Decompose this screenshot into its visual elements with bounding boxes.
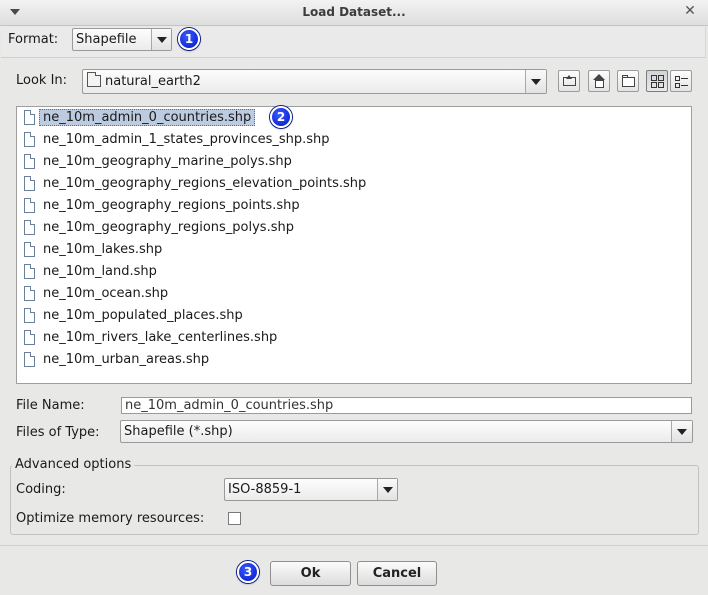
file-icon [24,286,35,301]
file-name: ne_10m_admin_0_countries.shp [39,109,256,126]
file-icon [24,308,35,323]
look-in-value: natural_earth2 [105,74,201,89]
look-in-dropdown-button[interactable] [525,70,546,93]
file-icon [24,330,35,345]
chevron-down-icon [383,487,393,493]
look-in-combo[interactable]: natural_earth2 [82,69,547,94]
files-of-type-label: Files of Type: [16,425,100,440]
file-icon [24,242,35,257]
file-icon [24,264,35,279]
callout-badge-2: 2 [270,106,292,128]
window-title: Load Dataset... [302,5,406,19]
file-icon [24,198,35,213]
file-icon [24,154,35,169]
file-name-label: File Name: [16,398,85,413]
details-view-icon [675,75,688,88]
new-folder-button[interactable] [617,70,639,92]
file-name: ne_10m_lakes.shp [43,242,163,257]
file-name: ne_10m_geography_regions_polys.shp [43,220,294,235]
file-name: ne_10m_populated_places.shp [43,308,243,323]
format-value: Shapefile [76,32,137,47]
optimize-memory-checkbox[interactable] [228,512,241,525]
close-icon[interactable]: ✕ [683,3,697,21]
coding-label: Coding: [16,482,66,497]
file-icon [24,110,35,125]
chevron-down-icon [531,79,541,85]
files-of-type-combo[interactable]: Shapefile (*.shp) [120,420,693,443]
chevron-down-icon [157,37,167,43]
coding-combo[interactable]: ISO-8859-1 [224,478,398,501]
file-name: ne_10m_geography_regions_points.shp [43,198,300,213]
file-icon [24,220,35,235]
file-name: ne_10m_ocean.shp [43,286,169,301]
list-view-button[interactable] [646,70,668,92]
format-dropdown-button[interactable] [151,29,171,50]
coding-value: ISO-8859-1 [228,482,302,497]
callout-badge-3: 3 [237,561,259,583]
format-combo[interactable]: Shapefile [72,28,172,51]
chevron-down-icon [677,429,687,435]
cancel-button[interactable]: Cancel [357,561,437,586]
details-view-button[interactable] [670,70,692,92]
optimize-memory-label: Optimize memory resources: [16,511,205,526]
files-of-type-value: Shapefile (*.shp) [124,424,233,439]
home-button[interactable] [588,70,610,92]
coding-dropdown-button[interactable] [377,479,397,500]
new-folder-icon [622,77,635,87]
file-icon [24,132,35,147]
file-icon [24,352,35,367]
list-view-icon [651,75,664,88]
file-name: ne_10m_urban_areas.shp [43,352,210,367]
file-name: ne_10m_geography_regions_elevation_point… [43,176,367,191]
look-in-label: Look In: [16,73,68,88]
up-one-level-button[interactable] [558,70,580,92]
advanced-options-title: Advanced options [12,457,135,472]
file-name: ne_10m_geography_marine_polys.shp [43,154,292,169]
file-list[interactable]: ne_10m_admin_0_countries.shp ne_10m_admi… [16,106,692,384]
file-name: ne_10m_land.shp [43,264,157,279]
title-bar: Load Dataset... ✕ [0,0,708,26]
folder-icon [87,72,101,87]
file-name: ne_10m_rivers_lake_centerlines.shp [43,330,278,345]
file-icon [24,176,35,191]
divider [0,545,708,546]
callout-badge-1: 1 [178,28,200,50]
ok-button[interactable]: Ok [270,561,351,586]
format-label: Format: [8,32,59,47]
files-of-type-dropdown-button[interactable] [671,421,692,442]
file-name-field[interactable]: ne_10m_admin_0_countries.shp [121,397,692,414]
file-name: ne_10m_admin_1_states_provinces_shp.shp [43,132,330,147]
